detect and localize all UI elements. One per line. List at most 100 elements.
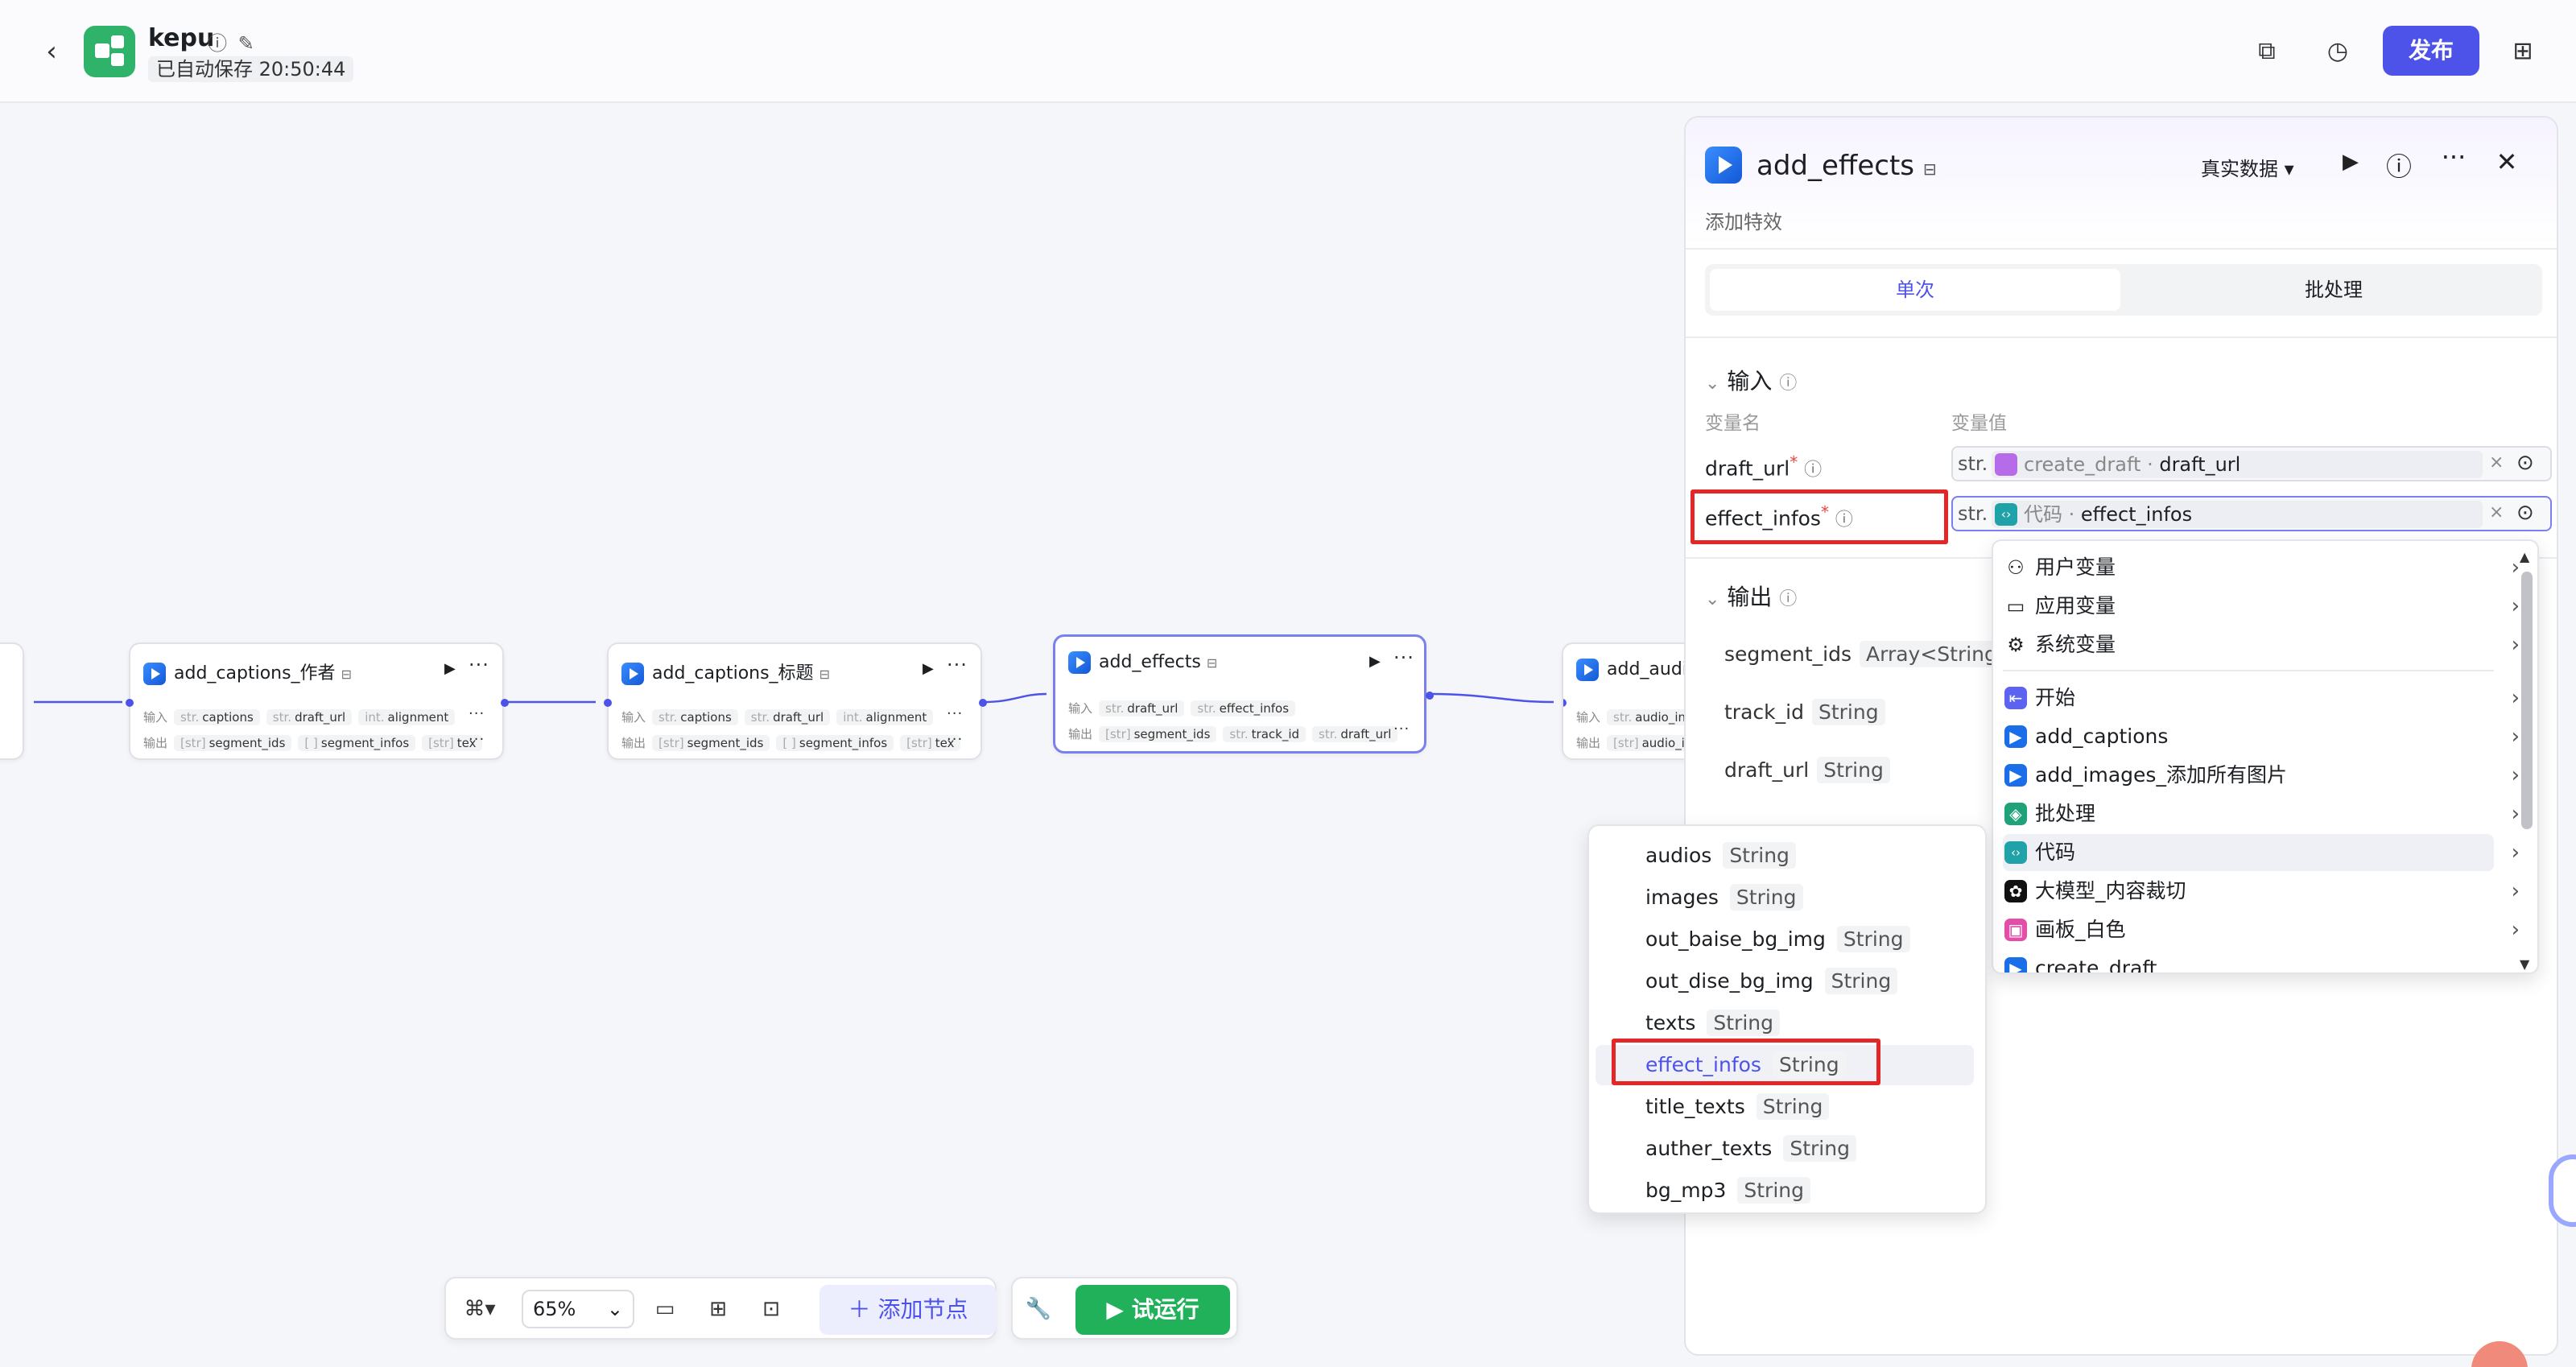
- node-outputs: 输出 [str] audio_id: [1576, 734, 1699, 751]
- autosave-status: 已自动保存 20:50:44: [148, 56, 354, 82]
- more-icon[interactable]: ···: [469, 731, 485, 748]
- menu-item-user-variables[interactable]: ⚇ 用户变量 ›: [2003, 549, 2520, 586]
- menu-item-app-variables[interactable]: ▭ 应用变量 ›: [2003, 588, 2520, 625]
- layout-icon[interactable]: ⊞: [700, 1290, 736, 1328]
- draft-url-value-field[interactable]: str. create_draft · draft_url × ⊙: [1951, 446, 2552, 481]
- minimap-icon[interactable]: ⊡: [753, 1290, 789, 1328]
- comment-icon[interactable]: ▭: [647, 1290, 683, 1328]
- play-icon[interactable]: ▶: [444, 660, 456, 677]
- submenu-item[interactable]: auther_texts String: [1596, 1129, 1974, 1169]
- plugin-icon: ▶: [2004, 764, 2027, 787]
- canvas-toolbar: ⌘▾ 65% ⌄ ▭ ⊞ ⊡ ＋ 添加节点: [444, 1277, 997, 1340]
- output-port[interactable]: [1426, 692, 1434, 700]
- tab-batch[interactable]: 批处理: [2128, 269, 2539, 311]
- highlight-box: [1690, 489, 1948, 544]
- more-icon[interactable]: ···: [2436, 142, 2471, 172]
- clear-icon[interactable]: ×: [2489, 502, 2504, 522]
- mode-tabs: 单次 批处理: [1705, 264, 2542, 316]
- node-inputs: 输入 str. audio_in: [1576, 708, 1693, 725]
- menu-item-system-variables[interactable]: ⚙ 系统变量 ›: [2003, 626, 2520, 663]
- wrench-icon[interactable]: 🔧: [1021, 1290, 1056, 1328]
- history-icon[interactable]: ◷: [2320, 34, 2355, 69]
- menu-item-node[interactable]: ▶ add_captions ›: [2003, 718, 2520, 755]
- input-port[interactable]: [1563, 699, 1567, 707]
- output-variable: track_id String: [1724, 699, 1885, 725]
- folder-icon: ▭: [2006, 595, 2025, 617]
- panel-description: 添加特效: [1705, 211, 1782, 233]
- node-inputs: 输入 str. captions str. draft_url int. alignment: [143, 708, 456, 725]
- more-icon[interactable]: ···: [1393, 646, 1414, 669]
- mouse-mode-icon[interactable]: ⌘▾: [456, 1290, 504, 1328]
- more-icon[interactable]: ···: [1393, 721, 1410, 737]
- data-mode-select[interactable]: 真实数据 ▾: [2201, 153, 2294, 181]
- scroll-thumb[interactable]: [2521, 572, 2533, 829]
- publish-button[interactable]: 发布: [2383, 26, 2479, 76]
- input-port[interactable]: [126, 699, 134, 707]
- caret-down-icon: ▾: [2284, 158, 2294, 180]
- highlight-box: [1612, 1039, 1880, 1085]
- node-title: add_audi: [1607, 659, 1687, 679]
- copy-icon[interactable]: ⧉: [2249, 34, 2285, 69]
- add-node-button[interactable]: ＋ 添加节点: [819, 1285, 997, 1335]
- play-icon[interactable]: ▶: [2333, 150, 2368, 174]
- scroll-down-icon[interactable]: ▼: [2520, 956, 2529, 972]
- info-icon: ⓘ: [1804, 460, 1823, 481]
- close-icon[interactable]: ✕: [2489, 147, 2524, 177]
- edit-icon[interactable]: ✎: [238, 32, 254, 55]
- menu-item-node[interactable]: ◈ 批处理 ›: [2003, 795, 2520, 832]
- test-run-button[interactable]: ▶ 试运行: [1075, 1285, 1230, 1335]
- submenu-item[interactable]: out_dise_bg_img String: [1596, 961, 1974, 1002]
- output-port[interactable]: [979, 699, 987, 707]
- assistant-floating-button[interactable]: [2549, 1154, 2576, 1227]
- node-add-captions-author[interactable]: add_captions_作者 ⊟ ▶ ··· 输入 str. captions st…: [126, 642, 509, 760]
- input-port[interactable]: [604, 699, 612, 707]
- node-outputs: 输出 [str] segment_ids str. track_id str. draft_…: [1068, 725, 1398, 742]
- duplicate-icon[interactable]: ⊞: [2505, 34, 2541, 69]
- help-icon[interactable]: ⓘ: [2381, 147, 2417, 184]
- menu-item-node-code[interactable]: ‹› 代码 ›: [2003, 834, 2520, 871]
- scroll-up-icon[interactable]: ▲: [2520, 549, 2529, 564]
- node-add-effects[interactable]: add_effects ⊟ ▶ ··· 输入 str. draft_url str. e…: [1053, 634, 1434, 754]
- menu-scrollbar[interactable]: ▲ ▼: [2516, 549, 2534, 972]
- plus-icon: ＋: [848, 1296, 878, 1323]
- plugin-icon: [1068, 651, 1091, 674]
- panel-title: add_effects: [1757, 150, 1914, 182]
- menu-item-node[interactable]: ▶ create_draft: [2003, 950, 2494, 973]
- plugin-icon: [621, 663, 644, 685]
- more-icon[interactable]: ···: [947, 731, 963, 748]
- play-icon[interactable]: ▶: [1369, 653, 1381, 670]
- submenu-item[interactable]: texts String: [1596, 1003, 1974, 1043]
- menu-item-node[interactable]: ⇤ 开始 ›: [2003, 679, 2520, 717]
- more-icon[interactable]: ···: [947, 654, 968, 676]
- info-icon[interactable]: ⓘ: [208, 32, 227, 55]
- variable-picker-icon[interactable]: ⊙: [2516, 501, 2534, 525]
- info-icon: ⓘ: [1779, 589, 1798, 609]
- play-icon[interactable]: ▶: [923, 660, 934, 677]
- submenu-item[interactable]: audios String: [1596, 836, 1974, 876]
- workflow-node[interactable]: [0, 642, 24, 760]
- submenu-item[interactable]: images String: [1596, 878, 1974, 918]
- submenu-item[interactable]: out_baise_bg_img String: [1596, 919, 1974, 960]
- node-title: add_captions_作者: [174, 663, 336, 684]
- tab-single[interactable]: 单次: [1710, 269, 2120, 311]
- more-icon[interactable]: ···: [469, 654, 489, 676]
- node-add-captions-title[interactable]: add_captions_标题 ⊟ ▶ ··· 输入 str. captions st…: [604, 642, 987, 760]
- input-section-header[interactable]: ⌄ 输入 ⓘ: [1705, 364, 1797, 396]
- node-title: add_effects: [1099, 652, 1201, 672]
- submenu-item[interactable]: bg_mp3 String: [1596, 1171, 1974, 1211]
- menu-item-node[interactable]: ▶ add_images_添加所有图片 ›: [2003, 757, 2520, 794]
- more-icon[interactable]: ···: [947, 705, 963, 722]
- variable-picker-icon[interactable]: ⊙: [2516, 451, 2534, 475]
- back-arrow-icon[interactable]: ‹: [35, 35, 68, 68]
- effect-infos-value-field[interactable]: str. ‹› 代码 · effect_infos × ⊙: [1951, 496, 2552, 531]
- menu-item-node[interactable]: ✿ 大模型_内容裁切 ›: [2003, 873, 2520, 910]
- submenu-item[interactable]: title_texts String: [1596, 1087, 1974, 1127]
- zoom-select[interactable]: 65% ⌄: [522, 1290, 634, 1328]
- output-port[interactable]: [501, 699, 509, 707]
- more-icon[interactable]: ···: [469, 705, 485, 722]
- variable-reference-tag[interactable]: create_draft · draft_url: [1992, 451, 2483, 478]
- variable-reference-tag[interactable]: ‹› 代码 · effect_infos: [1992, 501, 2483, 528]
- menu-item-node[interactable]: ▣ 画板_白色 ›: [2003, 911, 2520, 948]
- output-section-header[interactable]: ⌄ 输出 ⓘ: [1705, 580, 1797, 612]
- clear-icon[interactable]: ×: [2489, 452, 2504, 473]
